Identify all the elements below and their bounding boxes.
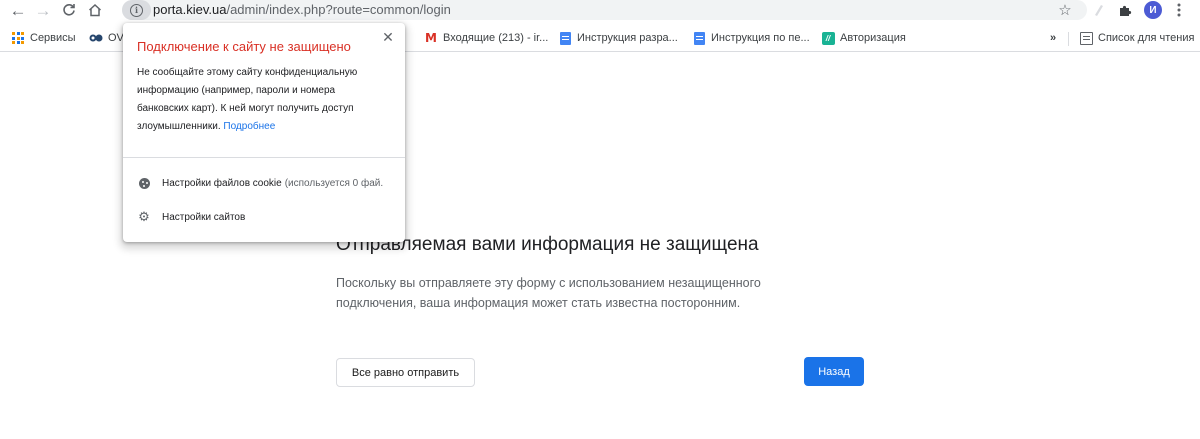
- cookie-icon: [137, 176, 151, 190]
- gmail-icon: M: [425, 31, 437, 45]
- bookmark-item[interactable]: // Авторизация: [821, 29, 906, 47]
- url-host: porta.kiev.ua: [153, 2, 227, 17]
- reload-icon: [63, 3, 75, 16]
- gear-icon: ⚙: [138, 209, 150, 224]
- home-button[interactable]: [85, 0, 105, 20]
- arrow-right-icon: →: [34, 0, 52, 20]
- auth-app-icon: //: [821, 31, 835, 45]
- url-path: /admin/index.php?route=common/login: [226, 2, 451, 17]
- site-settings-row[interactable]: ⚙ Настройки сайтов: [137, 208, 393, 226]
- back-page-button[interactable]: Назад: [804, 357, 864, 386]
- extensions-button[interactable]: [1115, 0, 1135, 20]
- site-info-button[interactable]: i: [122, 0, 151, 20]
- star-icon: ☆: [1058, 2, 1072, 19]
- home-icon: [88, 3, 102, 17]
- bookmark-label: Инструкция разра...: [577, 32, 678, 44]
- bookmarks-overflow-button[interactable]: »: [1050, 29, 1056, 47]
- bookmark-label: Входящие (213) - ir...: [443, 32, 549, 44]
- profile-avatar[interactable]: И: [1144, 1, 1162, 19]
- popup-description: Не сообщайте этому сайту конфиденциальну…: [137, 64, 381, 136]
- bookmark-star-button[interactable]: ☆: [1055, 0, 1075, 20]
- url-text[interactable]: porta.kiev.ua/admin/index.php?route=comm…: [153, 2, 451, 17]
- docs-icon: [692, 31, 706, 45]
- bookmark-label: Инструкция по пе...: [711, 32, 810, 44]
- puzzle-icon: [1120, 5, 1132, 16]
- reading-list-button[interactable]: Список для чтения: [1079, 29, 1194, 47]
- bookmark-label: OV: [108, 32, 124, 44]
- popup-close-button[interactable]: ✕: [380, 29, 396, 45]
- bookmark-item[interactable]: M Входящие (213) - ir...: [424, 29, 548, 47]
- back-button[interactable]: ←: [8, 0, 28, 20]
- bookmark-item[interactable]: Инструкция разра...: [558, 29, 678, 47]
- reading-list-label: Список для чтения: [1098, 32, 1195, 44]
- cookie-settings-row[interactable]: Настройки файлов cookie (используется 0 …: [137, 174, 393, 192]
- close-icon: ✕: [382, 28, 394, 45]
- cookie-count-note: (используется 0 фай.: [284, 177, 384, 189]
- send-anyway-button[interactable]: Все равно отправить: [336, 358, 475, 387]
- kebab-menu-icon: [1177, 3, 1181, 17]
- ov-icon: [89, 31, 103, 45]
- page-description: Поскольку вы отправляете эту форму с исп…: [336, 276, 761, 310]
- reload-button[interactable]: [59, 0, 79, 20]
- bookmark-label: Авторизация: [840, 32, 906, 44]
- arrow-left-icon: ←: [9, 0, 27, 20]
- browser-menu-button[interactable]: [1169, 0, 1189, 20]
- bookmark-item[interactable]: OV: [89, 29, 124, 47]
- browser-toolbar: ← → i porta.kiev.ua/admin/index.php?rout…: [0, 0, 1200, 22]
- popup-divider: [123, 157, 405, 158]
- apps-grid-icon: [11, 31, 25, 45]
- bookmark-item[interactable]: Сервисы: [11, 29, 76, 47]
- forward-button[interactable]: →: [33, 0, 53, 20]
- omnibox[interactable]: i porta.kiev.ua/admin/index.php?route=co…: [122, 0, 1087, 20]
- bookmark-label: Сервисы: [30, 32, 76, 44]
- extension-button[interactable]: [1089, 0, 1109, 20]
- info-icon: i: [130, 3, 143, 17]
- cookie-settings-label: Настройки файлов cookie: [162, 177, 282, 189]
- site-info-popup: Подключение к сайту не защищено ✕ Не соо…: [123, 23, 405, 242]
- bookmarks-divider: [1068, 32, 1069, 46]
- extension-icon: [1095, 5, 1103, 16]
- docs-icon: [558, 31, 572, 45]
- reading-list-icon: [1079, 31, 1093, 45]
- learn-more-link[interactable]: Подробнее: [223, 121, 275, 132]
- site-settings-label: Настройки сайтов: [162, 211, 246, 223]
- bookmark-item[interactable]: Инструкция по пе...: [692, 29, 810, 47]
- popup-title: Подключение к сайту не защищено: [137, 39, 351, 54]
